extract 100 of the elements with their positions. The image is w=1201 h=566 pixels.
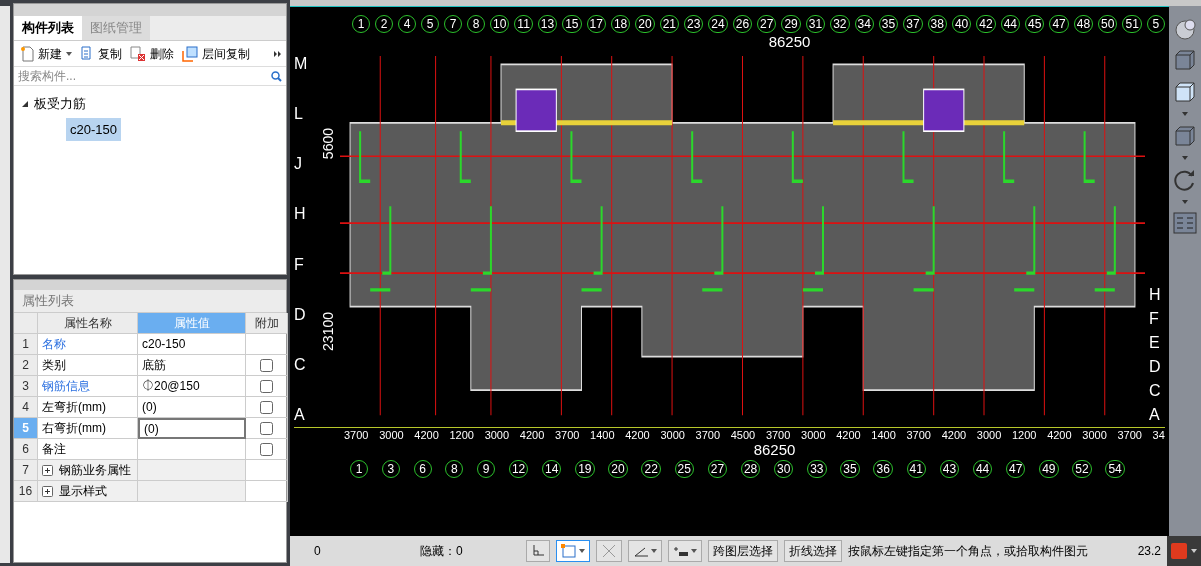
table-cell [246, 481, 288, 502]
status-tool-button[interactable] [668, 540, 702, 562]
caret-icon[interactable] [1182, 112, 1188, 116]
rotate-icon[interactable] [1173, 168, 1197, 192]
caret-icon[interactable] [1191, 549, 1197, 553]
caret-icon[interactable] [1182, 156, 1188, 160]
property-value[interactable]: (0) [144, 419, 159, 438]
property-value[interactable]: 底筋 [142, 356, 166, 374]
expand-icon[interactable] [42, 464, 53, 476]
toolbar-button[interactable]: 新建 [18, 44, 74, 63]
checkbox-icon[interactable] [260, 421, 273, 435]
row-number: 6 [14, 439, 38, 460]
axis-letter: C [294, 356, 307, 373]
wireframe-cube-icon[interactable] [1173, 80, 1197, 104]
dimension-text: 3000 [660, 430, 685, 442]
dimension-text: 3700 [1117, 430, 1142, 442]
axis-letter: E [1149, 335, 1161, 352]
delete-icon [130, 45, 146, 62]
expand-icon[interactable] [42, 485, 53, 497]
value-cell[interactable]: ⏀20@150 [138, 376, 246, 397]
axis-letter: L [294, 105, 304, 122]
dimension-text: 23100 [321, 311, 335, 351]
dimension-text: 5600 [321, 128, 335, 160]
axis-letter: H [1149, 287, 1162, 304]
group-name: 钢筋业务属性 [59, 462, 131, 479]
search-icon [271, 70, 282, 82]
cross-icon [601, 543, 617, 559]
expanded-triangle-icon[interactable] [22, 100, 28, 107]
property-name: 左弯折(mm) [42, 399, 106, 416]
axis-letter: A [1149, 407, 1161, 424]
status-tool-button[interactable] [628, 540, 662, 562]
new-document-icon [20, 45, 34, 62]
row-number: 3 [14, 376, 38, 397]
status-button[interactable]: 折线选择 [784, 540, 842, 562]
dimension-text: 4200 [414, 430, 439, 442]
offset-icon [673, 544, 689, 558]
ortho-icon [531, 544, 545, 558]
cube-icon[interactable] [1173, 48, 1197, 72]
dimension-text: 3700 [554, 430, 580, 442]
toolbar-button[interactable]: 层间复制 [180, 44, 252, 63]
axis-letter: M [294, 55, 309, 72]
property-name[interactable]: 钢筋信息 [42, 377, 90, 395]
dimension-text: 1400 [871, 430, 896, 442]
dimension-text: 4200 [836, 430, 861, 442]
checkbox-icon[interactable] [260, 358, 273, 372]
dimension-text: 3700 [695, 430, 721, 442]
checkbox-icon[interactable] [260, 400, 273, 414]
column-header[interactable]: 附加 [246, 313, 288, 334]
property-name: 类别 [42, 357, 66, 374]
dimension-text: 4200 [625, 430, 650, 442]
column-header[interactable]: 属性名称 [38, 313, 138, 334]
row-number: 1 [14, 334, 38, 355]
cube-icon[interactable] [1173, 124, 1197, 148]
panel-tab[interactable]: 构件列表 [14, 16, 82, 40]
rectangle-select-icon [561, 543, 577, 559]
status-count: 0 [314, 543, 322, 560]
axis-letter: D [294, 306, 307, 323]
hidden-count: 隐藏：0 [420, 543, 464, 560]
checklist-icon[interactable] [1173, 212, 1197, 234]
copy-icon [80, 45, 94, 62]
tree-item[interactable]: 板受力筋 [34, 94, 86, 114]
row-number: 16 [14, 481, 38, 502]
dimension-text: 3000 [801, 430, 826, 442]
property-name[interactable]: 名称 [42, 335, 66, 353]
property-name: 右弯折(mm) [42, 420, 106, 437]
value-cell[interactable]: c20-150 [138, 334, 246, 355]
caret-icon[interactable] [1182, 200, 1188, 204]
property-value[interactable]: ⏀20@150 [142, 377, 200, 395]
dimension-text: 3000 [379, 430, 404, 442]
coordinate-text: 23.2 [1137, 543, 1161, 560]
axis-letter: J [294, 156, 303, 173]
status-button[interactable]: 跨图层选择 [708, 540, 778, 562]
row-number: 5 [14, 418, 38, 439]
toolbar-button[interactable]: 删除 [128, 44, 176, 63]
panel-title: 属性列表 [14, 290, 286, 312]
dimension-text: 1400 [590, 430, 615, 442]
property-value[interactable]: c20-150 [142, 335, 186, 353]
toolbar-button[interactable]: 复制 [78, 44, 124, 63]
checkbox-icon[interactable] [260, 379, 273, 393]
property-name: 备注 [42, 441, 66, 458]
dimension-text: 1200 [449, 430, 474, 442]
search-field[interactable]: 搜索构件... [18, 67, 271, 85]
dimension-text: 4500 [730, 430, 756, 442]
tree-item[interactable]: c20-150 [66, 117, 121, 141]
group-name: 显示样式 [59, 483, 107, 500]
property-value[interactable]: (0) [142, 398, 157, 416]
dimension-text: 3700 [765, 430, 791, 442]
value-cell[interactable]: 底筋 [138, 355, 246, 376]
dimension-text: 1200 [1011, 430, 1037, 442]
value-cell[interactable]: (0) [138, 397, 246, 418]
checkbox-icon[interactable] [260, 442, 273, 456]
dimension-text: 3000 [976, 430, 1002, 442]
sphere-icon[interactable] [1173, 18, 1197, 40]
input-method-icon[interactable] [1171, 543, 1187, 559]
axis-letter: H [294, 206, 307, 223]
more-icon[interactable] [274, 49, 282, 58]
layers-icon [182, 45, 198, 62]
axis-letter: D [1149, 359, 1162, 376]
value-cell[interactable]: (0) [138, 418, 246, 439]
dimension-text: 3000 [1082, 430, 1107, 442]
